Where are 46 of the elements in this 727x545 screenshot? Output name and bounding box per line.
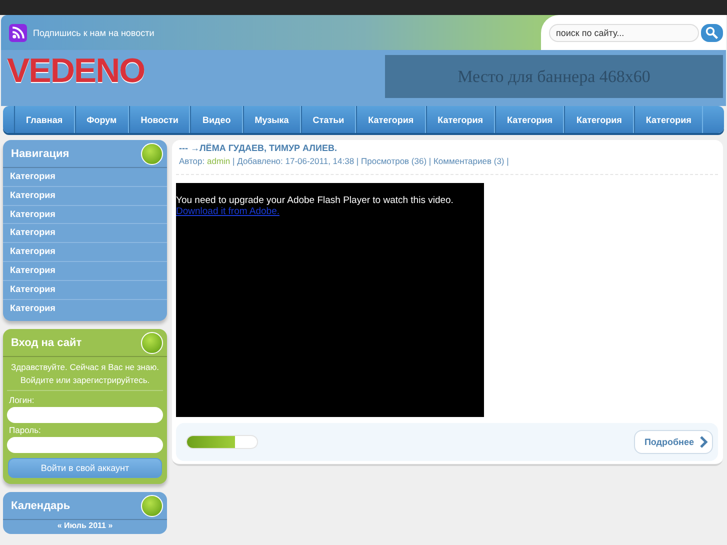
password-field[interactable] bbox=[7, 437, 163, 454]
category-link[interactable]: Категория bbox=[3, 300, 167, 318]
panel-title: Навигация bbox=[11, 148, 70, 160]
nav-link[interactable]: Форум bbox=[74, 106, 129, 133]
chevron-icon bbox=[700, 436, 708, 448]
nav-link[interactable]: Новости bbox=[128, 106, 190, 133]
nav-link[interactable]: Видео bbox=[190, 106, 243, 133]
category-link[interactable]: Категория bbox=[3, 206, 167, 224]
nav-link[interactable]: Категория bbox=[564, 106, 634, 133]
category-link[interactable]: Категория bbox=[3, 262, 167, 281]
author-link[interactable]: admin bbox=[207, 156, 230, 166]
login-label: Логин: bbox=[8, 394, 36, 408]
login-field[interactable] bbox=[7, 407, 163, 424]
nav-link[interactable]: Категория bbox=[495, 106, 564, 133]
nav-link[interactable]: Музыка bbox=[242, 106, 301, 133]
panel-title: Календарь bbox=[11, 500, 70, 512]
nav-link[interactable]: Категория bbox=[356, 106, 426, 133]
password-label: Пароль: bbox=[8, 424, 42, 438]
login-button[interactable]: Войти в свой аккаунт bbox=[8, 458, 162, 478]
more-button[interactable]: Подробнее bbox=[634, 430, 713, 454]
subscribe-link[interactable]: Подпишись к нам на новости bbox=[33, 28, 154, 38]
nav-link[interactable]: Категория bbox=[634, 106, 704, 133]
rss-icon[interactable] bbox=[9, 24, 27, 42]
category-link[interactable]: Категория bbox=[3, 280, 167, 300]
category-link[interactable]: Категория bbox=[3, 243, 167, 262]
category-link[interactable]: Категория bbox=[3, 224, 167, 244]
rating-bar[interactable] bbox=[186, 435, 258, 449]
post-title[interactable]: --- →ЛЁМА ГУДАЕВ, ТИМУР АЛИЕВ. bbox=[176, 143, 718, 153]
flash-message: You need to upgrade your Adobe Flash Player to watch this video. bbox=[176, 195, 454, 206]
post-meta: | Добавлено: 17-06-2011, 14:38 | Просмотров (36) | Комментариев (3) | bbox=[232, 156, 509, 166]
ball-icon bbox=[141, 494, 163, 517]
nav-link[interactable]: Категория bbox=[426, 106, 496, 133]
ball-icon bbox=[141, 142, 163, 164]
ball-icon bbox=[141, 332, 163, 354]
greeting-text: Здравствуйте. Сейчас я Вас не знаю. Войдите или зарегистрируйтесь. bbox=[7, 361, 163, 392]
panel-title: Вход на сайт bbox=[11, 336, 82, 349]
search-button[interactable] bbox=[701, 24, 723, 42]
calendar-month: « Июль 2011 » bbox=[56, 521, 114, 532]
nav-link[interactable]: Статьи bbox=[300, 106, 356, 133]
category-link[interactable]: Категория bbox=[3, 186, 167, 206]
nav-link[interactable]: Главная bbox=[14, 106, 75, 133]
download-link[interactable]: Download it from Adobe. bbox=[176, 206, 280, 217]
category-link[interactable]: Категория bbox=[3, 168, 167, 187]
search-field[interactable]: поиск по сайту... bbox=[549, 23, 699, 42]
author-label: Автор: bbox=[179, 156, 205, 166]
site-logo[interactable]: VEDENO bbox=[7, 52, 145, 90]
